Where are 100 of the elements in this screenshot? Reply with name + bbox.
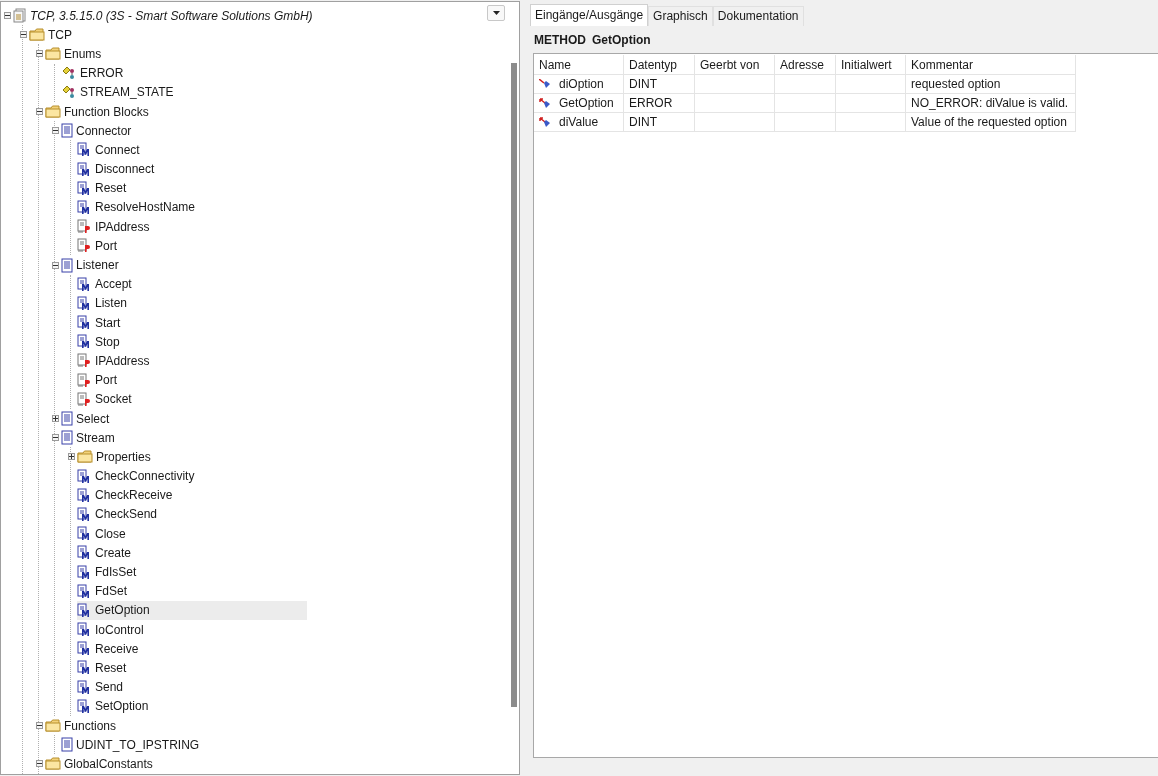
folder-icon bbox=[29, 28, 45, 42]
tree-item[interactable]: Function Blocks bbox=[45, 102, 149, 122]
expand-toggle[interactable] bbox=[19, 31, 27, 39]
expand-toggle[interactable] bbox=[51, 415, 59, 423]
method-icon bbox=[77, 334, 92, 350]
expand-toggle[interactable] bbox=[35, 50, 43, 58]
method-icon bbox=[77, 506, 92, 522]
tree-item[interactable]: IPAddress bbox=[77, 217, 150, 237]
tree-item[interactable]: CheckSend bbox=[77, 504, 158, 524]
tree-item[interactable]: Start bbox=[77, 313, 121, 333]
tree-item[interactable]: Disconnect bbox=[77, 159, 155, 179]
method-icon bbox=[77, 276, 92, 292]
variable-name: GetOption bbox=[559, 96, 614, 110]
method-icon bbox=[77, 161, 92, 177]
tab[interactable]: Eingänge/Ausgänge bbox=[530, 4, 649, 26]
tree-item[interactable]: Reset bbox=[77, 658, 127, 678]
tree-item[interactable]: Socket bbox=[77, 389, 132, 409]
tree-item[interactable]: Accept bbox=[77, 274, 132, 294]
tree-item[interactable]: GetOption bbox=[77, 600, 307, 620]
tree-item[interactable]: FdSet bbox=[77, 581, 127, 601]
document-icon bbox=[61, 411, 73, 427]
tree-item[interactable]: Create bbox=[77, 543, 132, 563]
tree-item[interactable]: Send bbox=[77, 677, 124, 697]
tree-item[interactable]: GlobalConstants bbox=[45, 754, 153, 774]
method-icon bbox=[77, 526, 92, 542]
expand-toggle[interactable] bbox=[67, 453, 75, 461]
tree-item[interactable]: Receive bbox=[77, 639, 139, 659]
tab[interactable]: Dokumentation bbox=[712, 6, 804, 26]
property-icon bbox=[77, 372, 92, 388]
expand-toggle[interactable] bbox=[51, 261, 59, 269]
tree-item[interactable]: ERROR bbox=[61, 63, 124, 83]
tree-item[interactable]: IoControl bbox=[77, 620, 144, 640]
column-header[interactable]: Geerbt von bbox=[694, 55, 775, 75]
column-header[interactable]: Adresse bbox=[774, 55, 836, 75]
tree-item[interactable]: UDINT_TO_IPSTRING bbox=[61, 735, 200, 755]
document-icon bbox=[61, 257, 73, 273]
column-header[interactable]: Kommentar bbox=[905, 55, 1076, 75]
tree-item[interactable]: ResolveHostName bbox=[77, 197, 196, 217]
tree-item[interactable]: CheckReceive bbox=[77, 485, 173, 505]
method-icon bbox=[77, 679, 92, 695]
property-icon bbox=[77, 219, 92, 235]
method-icon bbox=[77, 142, 92, 158]
method-icon bbox=[77, 468, 92, 484]
property-icon bbox=[77, 391, 92, 407]
tree-item[interactable]: TCP, 3.5.15.0 (3S - Smart Software Solutions GmbH) bbox=[13, 6, 313, 26]
caret-icon bbox=[492, 11, 500, 15]
expand-toggle[interactable] bbox=[3, 12, 11, 20]
tree-item[interactable]: Stream bbox=[61, 428, 115, 448]
tree-item[interactable]: CheckConnectivity bbox=[77, 466, 195, 486]
table-cell: NO_ERROR: diValue is valid. bbox=[905, 93, 1076, 113]
tree-item[interactable]: Stop bbox=[77, 332, 120, 352]
tree-item[interactable]: Select bbox=[61, 409, 110, 429]
folder-icon bbox=[45, 757, 61, 771]
tree-item[interactable]: FdIsSet bbox=[77, 562, 137, 582]
method-icon bbox=[77, 698, 92, 714]
tree-item[interactable]: Port bbox=[77, 370, 117, 390]
folder-icon bbox=[45, 105, 61, 119]
dropdown-button[interactable] bbox=[487, 5, 505, 21]
scrollbar[interactable] bbox=[511, 63, 517, 707]
output-variable-icon bbox=[539, 117, 551, 127]
variable-name: diOption bbox=[559, 77, 604, 91]
tree-item[interactable]: TCP bbox=[29, 25, 72, 45]
folder-icon bbox=[45, 47, 61, 61]
tree-item[interactable]: STREAM_STATE bbox=[61, 82, 174, 102]
input-variable-icon bbox=[539, 79, 551, 89]
method-icon bbox=[77, 487, 92, 503]
method-icon bbox=[77, 622, 92, 638]
tree-item[interactable]: Close bbox=[77, 524, 126, 544]
folder-icon bbox=[77, 450, 93, 464]
column-header[interactable]: Initialwert bbox=[835, 55, 906, 75]
table-cell: Value of the requested option bbox=[905, 112, 1076, 132]
expand-toggle[interactable] bbox=[51, 127, 59, 135]
document-icon bbox=[61, 123, 73, 139]
tree-item[interactable]: Listen bbox=[77, 293, 128, 313]
expand-toggle[interactable] bbox=[35, 722, 43, 730]
tree-item[interactable]: Port bbox=[77, 236, 117, 256]
tree-item[interactable]: Reset bbox=[77, 178, 127, 198]
expand-toggle[interactable] bbox=[35, 108, 43, 116]
method-name: GetOption bbox=[592, 33, 651, 47]
tree-item[interactable]: Listener bbox=[61, 255, 119, 275]
expand-toggle[interactable] bbox=[51, 434, 59, 442]
column-header[interactable]: Name bbox=[534, 55, 624, 75]
table-cell: requested option bbox=[905, 74, 1076, 94]
method-icon bbox=[77, 315, 92, 331]
expand-toggle[interactable] bbox=[35, 760, 43, 768]
tree-item[interactable]: Functions bbox=[45, 716, 117, 736]
library-icon bbox=[13, 8, 27, 24]
method-icon bbox=[77, 180, 92, 196]
tree-item[interactable]: Properties bbox=[77, 447, 151, 467]
tree-item[interactable]: Connector bbox=[61, 121, 132, 141]
method-keyword: METHOD bbox=[534, 33, 586, 47]
tab[interactable]: Graphisch bbox=[648, 6, 713, 26]
method-icon bbox=[77, 295, 92, 311]
method-icon bbox=[77, 660, 92, 676]
tree-item[interactable]: SetOption bbox=[77, 696, 149, 716]
method-icon bbox=[77, 545, 92, 561]
tree-item[interactable]: IPAddress bbox=[77, 351, 150, 371]
tree-item[interactable]: Enums bbox=[45, 44, 102, 64]
column-header[interactable]: Datentyp bbox=[623, 55, 695, 75]
tree-item[interactable]: Connect bbox=[77, 140, 140, 160]
